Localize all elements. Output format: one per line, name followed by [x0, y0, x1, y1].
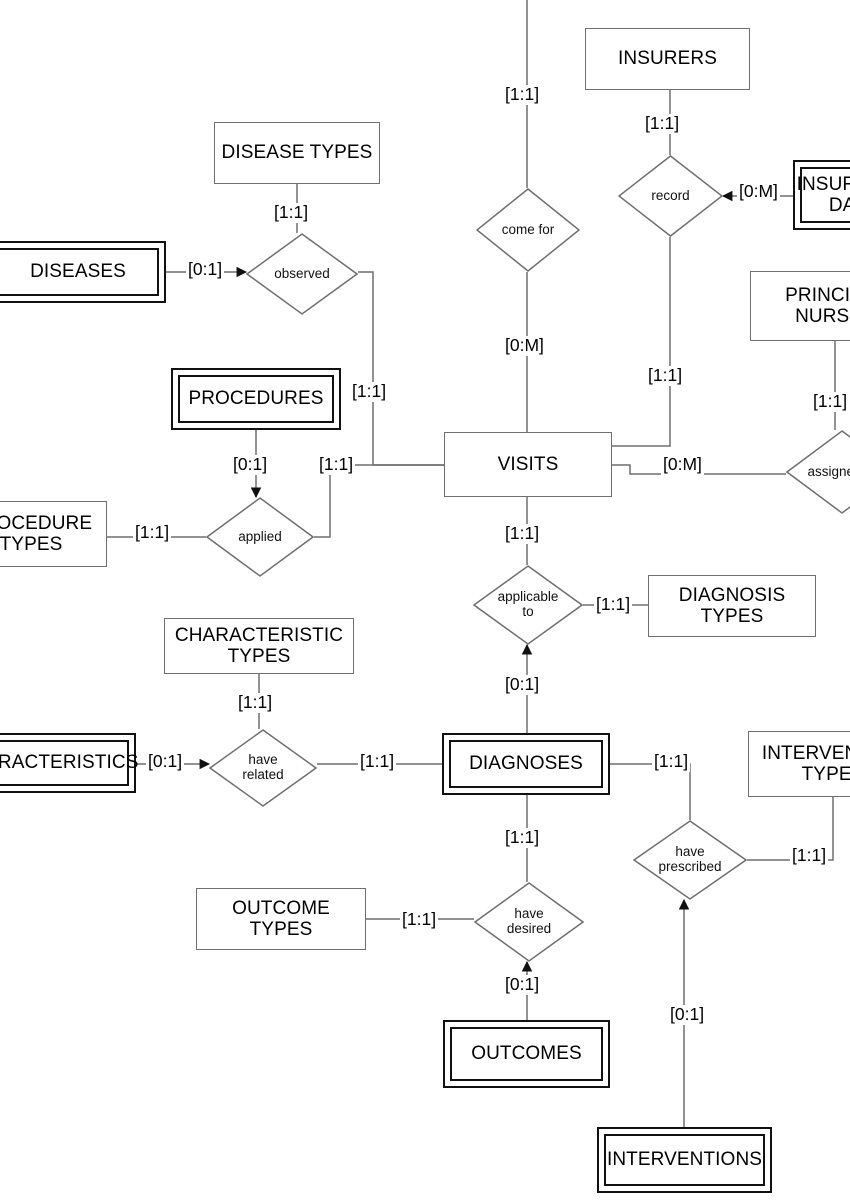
entity-diagnoses[interactable]: DIAGNOSES	[442, 733, 610, 795]
cardinality-card-applied-visits: [1:1]	[317, 454, 356, 475]
relationship-assigned-to[interactable]: assigned to	[786, 430, 850, 514]
entity-label: DISEASE TYPES	[221, 142, 373, 164]
cardinality-card-proctypes-applied: [1:1]	[133, 522, 172, 543]
cardinality-card-record-insdata: [0:M]	[737, 181, 780, 202]
entity-procedures[interactable]: PROCEDURES	[171, 368, 341, 430]
weak-entity-inner-border: OUTCOMES	[450, 1027, 603, 1081]
relationship-have-related[interactable]: have related	[209, 729, 317, 807]
entity-outcomes[interactable]: OUTCOMES	[443, 1020, 610, 1088]
relationship-have-desired[interactable]: have desired	[474, 882, 584, 962]
entity-label: INTERVENTIONS	[606, 1149, 763, 1171]
diamond-shape	[474, 882, 584, 962]
entity-outcome-types[interactable]: OUTCOME TYPES	[196, 888, 366, 950]
relationship-have-prescribed[interactable]: have prescribed	[633, 820, 747, 900]
diamond-shape	[786, 430, 850, 514]
entity-label: VISITS	[497, 453, 559, 475]
diamond-shape	[618, 155, 723, 237]
cardinality-card-nurses-assigned: [1:1]	[811, 391, 850, 412]
entity-label: INTERVENTION TYPES	[761, 742, 850, 785]
entity-interventions[interactable]: INTERVENTIONS	[597, 1127, 772, 1193]
relationship-applicable-to[interactable]: applicable to	[473, 565, 583, 645]
relationship-come-for[interactable]: come for	[476, 188, 580, 272]
weak-entity-inner-border: DISEASES	[0, 248, 159, 296]
cardinality-card-visits-applicable: [1:1]	[503, 523, 542, 544]
entity-label: INSURANCE DATA	[796, 173, 850, 216]
entity-label: PRINCIPAL NURSES	[785, 284, 850, 327]
entity-principal-nurses[interactable]: PRINCIPAL NURSES	[750, 271, 850, 341]
cardinality-card-visits-comefor-top: [1:1]	[503, 84, 542, 105]
cardinality-card-haverel-diagnoses: [1:1]	[358, 751, 397, 772]
cardinality-card-diseases-observed: [0:1]	[186, 259, 225, 280]
cardinality-card-applicable-diagtypes: [1:1]	[594, 594, 633, 615]
entity-label: DIAGNOSES	[469, 753, 583, 775]
entity-diseases[interactable]: DISEASES	[0, 241, 166, 303]
diamond-shape	[633, 820, 747, 900]
diamond-shape	[209, 729, 317, 807]
entity-characteristic-types[interactable]: CHARACTERISTIC TYPES	[164, 618, 354, 674]
cardinality-card-comefor-visits: [0:M]	[503, 335, 546, 356]
cardinality-card-insurers-record: [1:1]	[643, 113, 682, 134]
cardinality-card-interventions-prescr: [0:1]	[668, 1004, 707, 1025]
er-diagram-canvas: INSURERS INSURANCE DATA DISEASE TYPES DISEA…	[0, 0, 850, 1203]
cardinality-card-outtypes-havedes: [1:1]	[400, 909, 439, 930]
entity-procedure-types[interactable]: PROCEDURE TYPES	[0, 501, 107, 567]
cardinality-card-record-visits: [1:1]	[646, 365, 685, 386]
weak-entity-inner-border: INSURANCE DATA	[796, 167, 850, 223]
relationship-record[interactable]: record	[618, 155, 723, 237]
cardinality-card-outcomes-havedes: [0:1]	[503, 974, 542, 995]
entity-label: INSURERS	[618, 48, 717, 70]
weak-entity-inner-border: CHARACTERISTICS	[0, 740, 138, 786]
entity-label: DIAGNOSIS TYPES	[678, 584, 786, 627]
cardinality-card-visits-assigned: [0:M]	[661, 454, 704, 475]
entity-label: OUTCOME TYPES	[232, 897, 330, 940]
entity-label: PROCEDURES	[188, 388, 324, 410]
entity-label: CHARACTERISTICS	[0, 752, 139, 774]
entity-insurance-data[interactable]: INSURANCE DATA	[793, 160, 850, 230]
cardinality-card-applicable-diagnoses: [0:1]	[503, 674, 542, 695]
weak-entity-inner-border: DIAGNOSES	[449, 740, 603, 788]
diamond-shape	[473, 565, 583, 645]
weak-entity-inner-border: INTERVENTIONS	[604, 1134, 765, 1186]
entity-disease-types[interactable]: DISEASE TYPES	[214, 122, 380, 184]
cardinality-card-chartypes-haverel: [1:1]	[236, 692, 275, 713]
cardinality-card-distypes-observed: [1:1]	[272, 202, 311, 223]
entity-intervention-types[interactable]: INTERVENTION TYPES	[748, 731, 850, 797]
entity-insurers[interactable]: INSURERS	[585, 28, 750, 90]
cardinality-card-diagnoses-havedes: [1:1]	[503, 827, 542, 848]
cardinality-card-chars-haverel: [0:1]	[146, 751, 185, 772]
entity-label: OUTCOMES	[471, 1043, 582, 1065]
relationship-applied[interactable]: applied	[206, 497, 314, 577]
diamond-shape	[476, 188, 580, 272]
cardinality-card-diagnoses-haveprescr: [1:1]	[652, 751, 691, 772]
entity-characteristics[interactable]: CHARACTERISTICS	[0, 733, 138, 793]
cardinality-card-procedures-applied: [0:1]	[231, 454, 270, 475]
cardinality-card-interv-haveprescr: [1:1]	[790, 845, 829, 866]
diamond-shape	[246, 233, 358, 315]
entity-visits[interactable]: VISITS	[444, 432, 612, 497]
entity-label: PROCEDURE TYPES	[0, 512, 93, 555]
cardinality-card-observed-visits: [1:1]	[350, 381, 389, 402]
diamond-shape	[206, 497, 314, 577]
relationship-observed[interactable]: observed	[246, 233, 358, 315]
weak-entity-inner-border: PROCEDURES	[178, 375, 334, 423]
entity-label: CHARACTERISTIC TYPES	[174, 624, 344, 667]
entity-diagnosis-types[interactable]: DIAGNOSIS TYPES	[648, 575, 816, 637]
entity-label: DISEASES	[30, 261, 126, 283]
